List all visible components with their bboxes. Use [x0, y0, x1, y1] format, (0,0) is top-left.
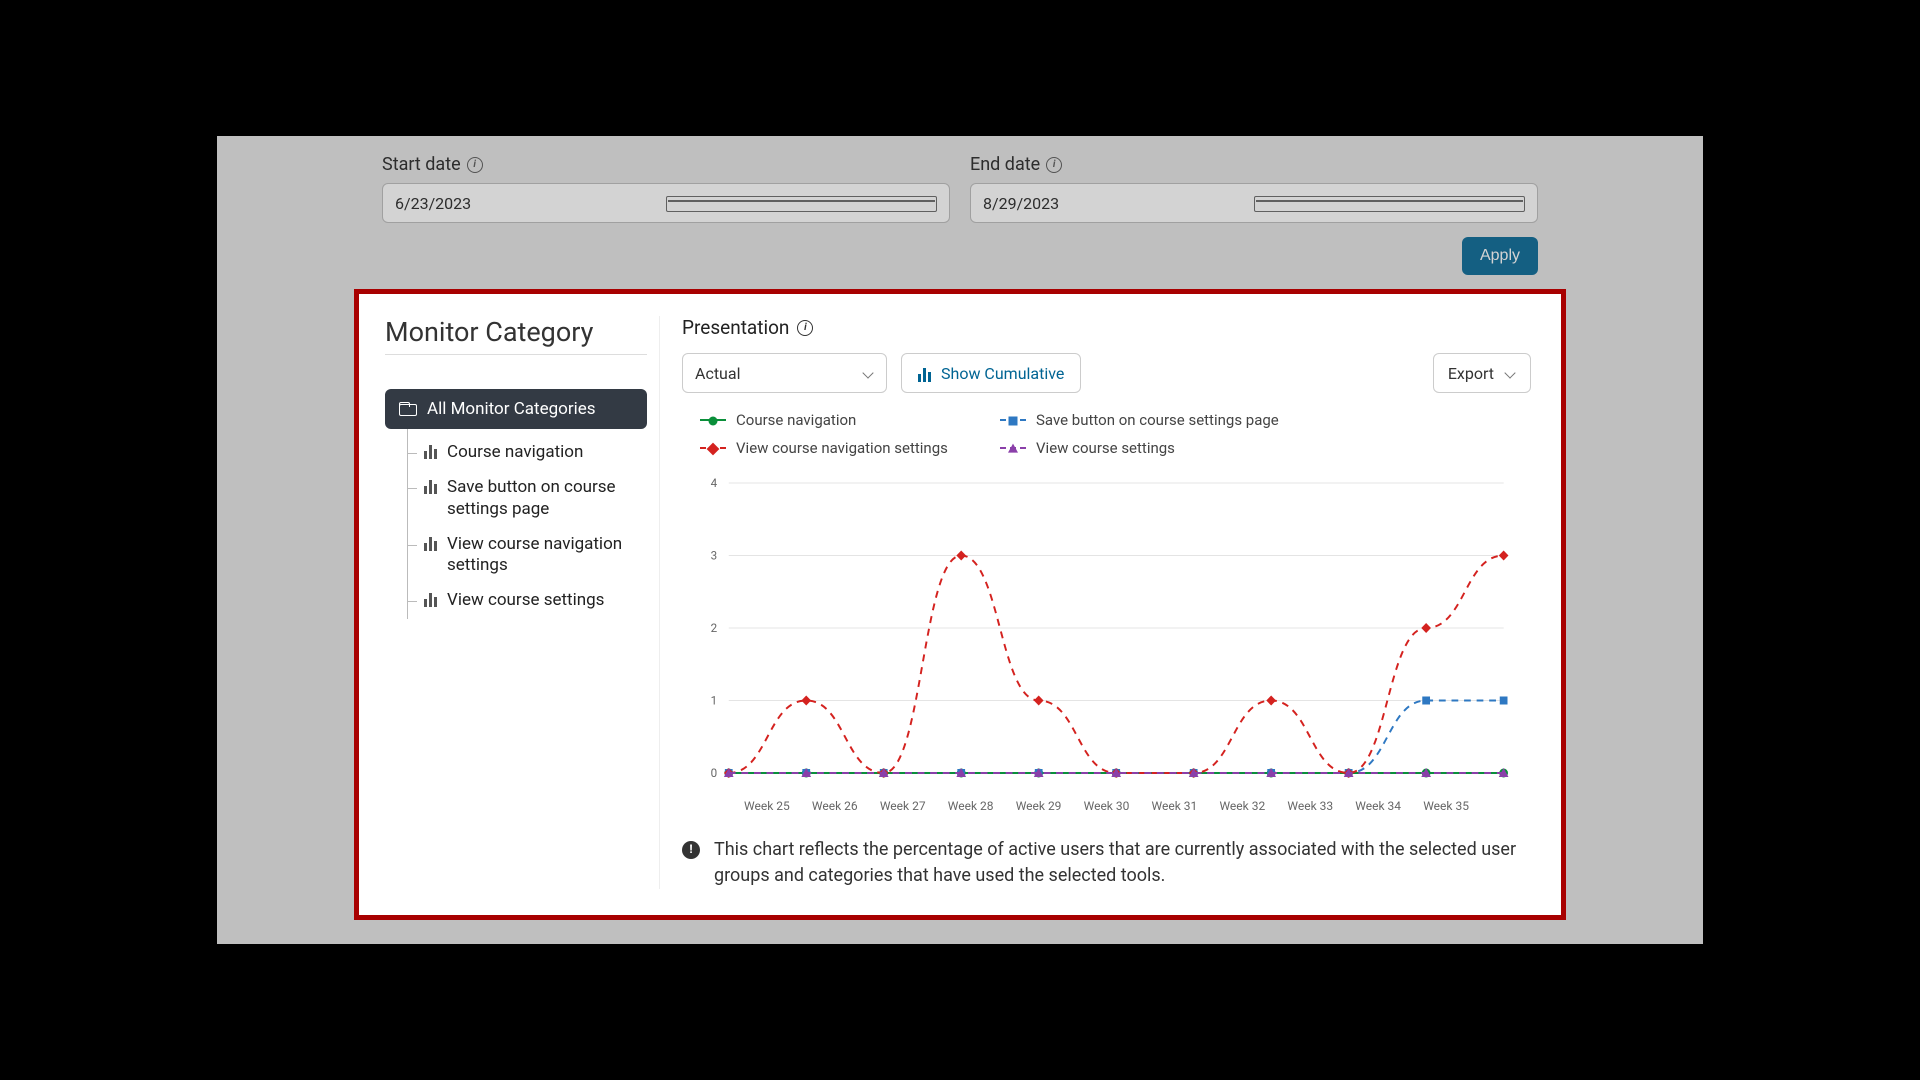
end-date-input[interactable]: 8/29/2023 — [970, 183, 1538, 223]
legend-label: Save button on course settings page — [1036, 411, 1279, 429]
x-tick-label: Week 25 — [744, 799, 790, 813]
end-date-label: End date — [970, 154, 1040, 175]
chevron-down-icon — [1504, 367, 1516, 379]
sidebar-title: Monitor Category — [385, 316, 647, 355]
legend-item[interactable]: Save button on course settings page — [1000, 411, 1280, 429]
line-chart: 0 1 2 3 4 — [690, 473, 1523, 793]
legend-item[interactable]: View course settings — [1000, 439, 1280, 457]
x-tick-label: Week 35 — [1423, 799, 1469, 813]
folder-icon — [399, 402, 417, 416]
select-value: Actual — [695, 364, 740, 383]
chart-legend: Course navigation Save button on course … — [700, 411, 1531, 457]
sidebar: Monitor Category All Monitor Categories … — [385, 316, 647, 889]
tree-item-label: Save button on course settings page — [447, 477, 647, 520]
tree-root-all-categories[interactable]: All Monitor Categories — [385, 389, 647, 429]
bar-chart-icon — [918, 368, 931, 382]
tree-item[interactable]: Save button on course settings page — [408, 470, 647, 527]
chevron-down-icon — [862, 367, 874, 379]
legend-label: Course navigation — [736, 411, 856, 429]
start-date-label: Start date — [382, 154, 461, 175]
app-window: Start date i 6/23/2023 End date i 8/29/2… — [217, 136, 1703, 944]
tree-children: Course navigation Save button on course … — [407, 429, 647, 619]
x-tick-label: Week 34 — [1355, 799, 1401, 813]
x-tick-label: Week 31 — [1152, 799, 1198, 813]
chart-svg: 0 1 2 3 4 — [690, 473, 1523, 793]
legend-label: View course settings — [1036, 439, 1175, 457]
calendar-icon[interactable] — [1254, 194, 1525, 212]
info-icon[interactable]: i — [797, 320, 813, 336]
exclamation-icon: ! — [682, 841, 700, 859]
svg-text:2: 2 — [711, 621, 718, 635]
legend-item[interactable]: Course navigation — [700, 411, 980, 429]
svg-text:0: 0 — [711, 766, 718, 780]
x-tick-label: Week 32 — [1219, 799, 1265, 813]
tree-item[interactable]: Course navigation — [408, 435, 647, 470]
tree-item-label: View course settings — [447, 590, 604, 611]
x-tick-label: Week 28 — [948, 799, 994, 813]
svg-text:3: 3 — [711, 548, 718, 562]
svg-text:4: 4 — [711, 476, 718, 490]
show-cumulative-button[interactable]: Show Cumulative — [901, 353, 1081, 393]
main-panel: Presentation i Actual Show Cumulative Ex… — [659, 316, 1531, 889]
svg-text:1: 1 — [711, 693, 718, 707]
presentation-label: Presentation — [682, 316, 789, 339]
end-date-value: 8/29/2023 — [983, 194, 1254, 213]
start-date-input[interactable]: 6/23/2023 — [382, 183, 950, 223]
tree-item-label: Course navigation — [447, 442, 583, 463]
info-icon[interactable]: i — [1046, 157, 1062, 173]
calendar-icon[interactable] — [666, 194, 937, 212]
export-label: Export — [1448, 364, 1494, 383]
bars-icon — [424, 445, 437, 459]
footnote-text: This chart reflects the percentage of ac… — [714, 837, 1531, 889]
export-button[interactable]: Export — [1433, 353, 1531, 393]
tree-item-label: View course navigation settings — [447, 534, 647, 577]
x-tick-label: Week 26 — [812, 799, 858, 813]
legend-item[interactable]: View course navigation settings — [700, 439, 980, 457]
tree-item[interactable]: View course settings — [408, 583, 647, 618]
x-tick-label: Week 27 — [880, 799, 926, 813]
apply-button[interactable]: Apply — [1462, 237, 1538, 275]
chart-footnote: ! This chart reflects the percentage of … — [682, 837, 1531, 889]
x-tick-label: Week 33 — [1287, 799, 1333, 813]
cumulative-label: Show Cumulative — [941, 364, 1064, 383]
tree-root-label: All Monitor Categories — [427, 399, 596, 419]
bars-icon — [424, 593, 437, 607]
bars-icon — [424, 537, 437, 551]
x-tick-label: Week 29 — [1016, 799, 1062, 813]
tree-item[interactable]: View course navigation settings — [408, 527, 647, 584]
x-tick-label: Week 30 — [1084, 799, 1130, 813]
presentation-mode-select[interactable]: Actual — [682, 353, 887, 393]
bars-icon — [424, 480, 437, 494]
x-axis-labels: Week 25 Week 26 Week 27 Week 28 Week 29 Week … — [744, 799, 1469, 813]
start-date-value: 6/23/2023 — [395, 194, 666, 213]
info-icon[interactable]: i — [467, 157, 483, 173]
legend-label: View course navigation settings — [736, 439, 948, 457]
highlighted-panel: Monitor Category All Monitor Categories … — [354, 289, 1566, 920]
